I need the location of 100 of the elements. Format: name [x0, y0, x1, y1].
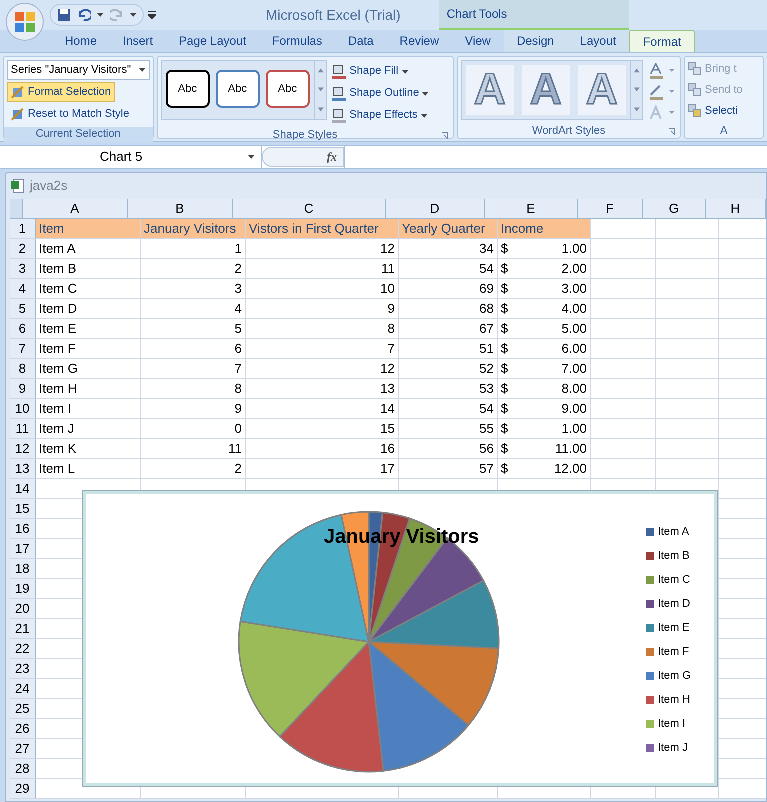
ribbon-tab[interactable]: Formulas [259, 30, 336, 52]
ribbon-tab[interactable]: Design [504, 30, 568, 52]
table-cell-text: Item L [39, 460, 76, 478]
chart-element-dropdown[interactable]: Series "January Visitors" [7, 60, 150, 80]
row-header[interactable]: 6 [10, 319, 36, 338]
column-header[interactable]: D [386, 199, 485, 218]
table-cell-text: 2 [234, 260, 242, 278]
column-title: Yearly Quarter [402, 220, 486, 238]
table-cell-text: 12 [380, 240, 395, 258]
table-cell-text: 11.00 [555, 440, 587, 458]
row-header[interactable]: 1 [10, 219, 36, 238]
ribbon-tab[interactable]: Home [52, 30, 110, 52]
table-cell-text: 8 [234, 380, 242, 398]
row-header[interactable]: 10 [10, 399, 36, 418]
ribbon-tab[interactable]: Page Layout [166, 30, 260, 52]
table-cell-text: 53 [480, 380, 494, 398]
column-header[interactable]: F [578, 199, 643, 218]
row-header[interactable]: 14 [10, 479, 36, 498]
row-header[interactable]: 18 [10, 559, 36, 578]
row-header[interactable]: 8 [10, 359, 36, 378]
row-header[interactable]: 22 [10, 639, 36, 658]
row-header[interactable]: 25 [10, 699, 36, 718]
row-header[interactable]: 19 [10, 579, 36, 598]
customize-toolbar-icon[interactable] [148, 11, 156, 19]
ribbon-tab[interactable]: Format [629, 30, 696, 52]
shape-style-preset[interactable]: Abc [266, 70, 310, 108]
ribbon-tab[interactable]: Review [386, 30, 452, 52]
currency-symbol: $ [501, 360, 508, 378]
column-header[interactable]: H [706, 199, 766, 218]
shape-style-preset[interactable]: Abc [216, 70, 260, 108]
ribbon-tab[interactable]: Layout [567, 30, 630, 52]
dialog-launcher-icon[interactable] [441, 132, 449, 140]
row-header[interactable]: 9 [10, 379, 36, 398]
row-header[interactable]: 28 [10, 759, 36, 778]
table-cell-text: 3.00 [562, 280, 587, 298]
ribbon-tab[interactable]: View [452, 30, 504, 52]
text-fill-icon[interactable] [649, 63, 677, 79]
group-label: Shape Styles [272, 128, 338, 144]
ribbon-button[interactable]: Format Selection [7, 82, 116, 102]
row-header[interactable]: 7 [10, 339, 36, 358]
row-header[interactable]: 21 [10, 619, 36, 638]
table-cell-text: 56 [480, 440, 494, 458]
table-cell-text: 1.00 [562, 420, 587, 438]
column-title: January Visitors [144, 220, 236, 238]
row-header[interactable]: 15 [10, 499, 36, 518]
ribbon-button[interactable]: Selecti [688, 102, 760, 120]
column-header[interactable]: G [643, 199, 706, 218]
row-header[interactable]: 2 [10, 239, 36, 258]
table-cell-text: 7 [234, 360, 242, 378]
row-header[interactable]: 12 [10, 439, 36, 458]
shape-style-preset[interactable]: Abc [166, 70, 210, 108]
table-cell-text: 69 [480, 280, 494, 298]
row-header[interactable]: 3 [10, 259, 36, 278]
ribbon-button[interactable]: Shape Effects [330, 106, 430, 125]
layers-icon [688, 62, 702, 76]
table-cell-text: Item K [39, 440, 77, 458]
ribbon-tab[interactable]: Insert [110, 30, 166, 52]
row-header[interactable]: 5 [10, 299, 36, 318]
legend-label: Item C [658, 572, 690, 588]
currency-symbol: $ [501, 240, 508, 258]
row-header[interactable]: 24 [10, 679, 36, 698]
selection-pane-icon [688, 104, 702, 118]
table-cell-text: 12 [380, 360, 395, 378]
table-cell-text: 4 [234, 300, 242, 318]
column-header[interactable]: C [233, 199, 386, 218]
undo-icon[interactable] [77, 8, 91, 22]
table-cell-text: 17 [380, 460, 395, 478]
redo-caret-icon [130, 13, 137, 17]
name-box[interactable]: Chart 5 [0, 146, 262, 168]
ribbon-tab[interactable]: Data [335, 30, 387, 52]
row-header[interactable]: 11 [10, 419, 36, 438]
ribbon-button[interactable]: Reset to Match Style [7, 104, 134, 124]
table-cell-text: 15 [380, 420, 395, 438]
table-cell-text: 11 [382, 260, 395, 278]
row-header[interactable]: 4 [10, 279, 36, 298]
row-header[interactable]: 26 [10, 719, 36, 738]
row-header[interactable]: 16 [10, 519, 36, 538]
insert-function-button[interactable]: fx [262, 147, 344, 167]
redo-icon[interactable] [110, 8, 124, 22]
text-outline-icon[interactable] [649, 84, 677, 100]
ribbon-button[interactable]: Shape Fill [330, 62, 430, 81]
select-all-corner[interactable] [10, 199, 23, 218]
row-header[interactable]: 27 [10, 739, 36, 758]
row-header[interactable]: 17 [10, 539, 36, 558]
save-icon[interactable] [57, 8, 71, 22]
row-header[interactable]: 29 [10, 779, 36, 798]
row-header[interactable]: 13 [10, 459, 36, 478]
dialog-launcher-icon[interactable] [668, 128, 676, 136]
office-button[interactable] [6, 3, 44, 41]
table-cell-text: 55 [480, 420, 494, 438]
column-header[interactable]: B [128, 199, 233, 218]
caret-icon [402, 70, 409, 74]
row-header[interactable]: 23 [10, 659, 36, 678]
text-effects-icon[interactable] [649, 105, 677, 121]
column-header[interactable]: E [485, 199, 578, 218]
ribbon-button[interactable]: Shape Outline [330, 84, 430, 103]
column-header[interactable]: A [23, 199, 128, 218]
row-header[interactable]: 20 [10, 599, 36, 618]
currency-symbol: $ [501, 460, 508, 478]
table-cell-text: 34 [480, 240, 494, 258]
